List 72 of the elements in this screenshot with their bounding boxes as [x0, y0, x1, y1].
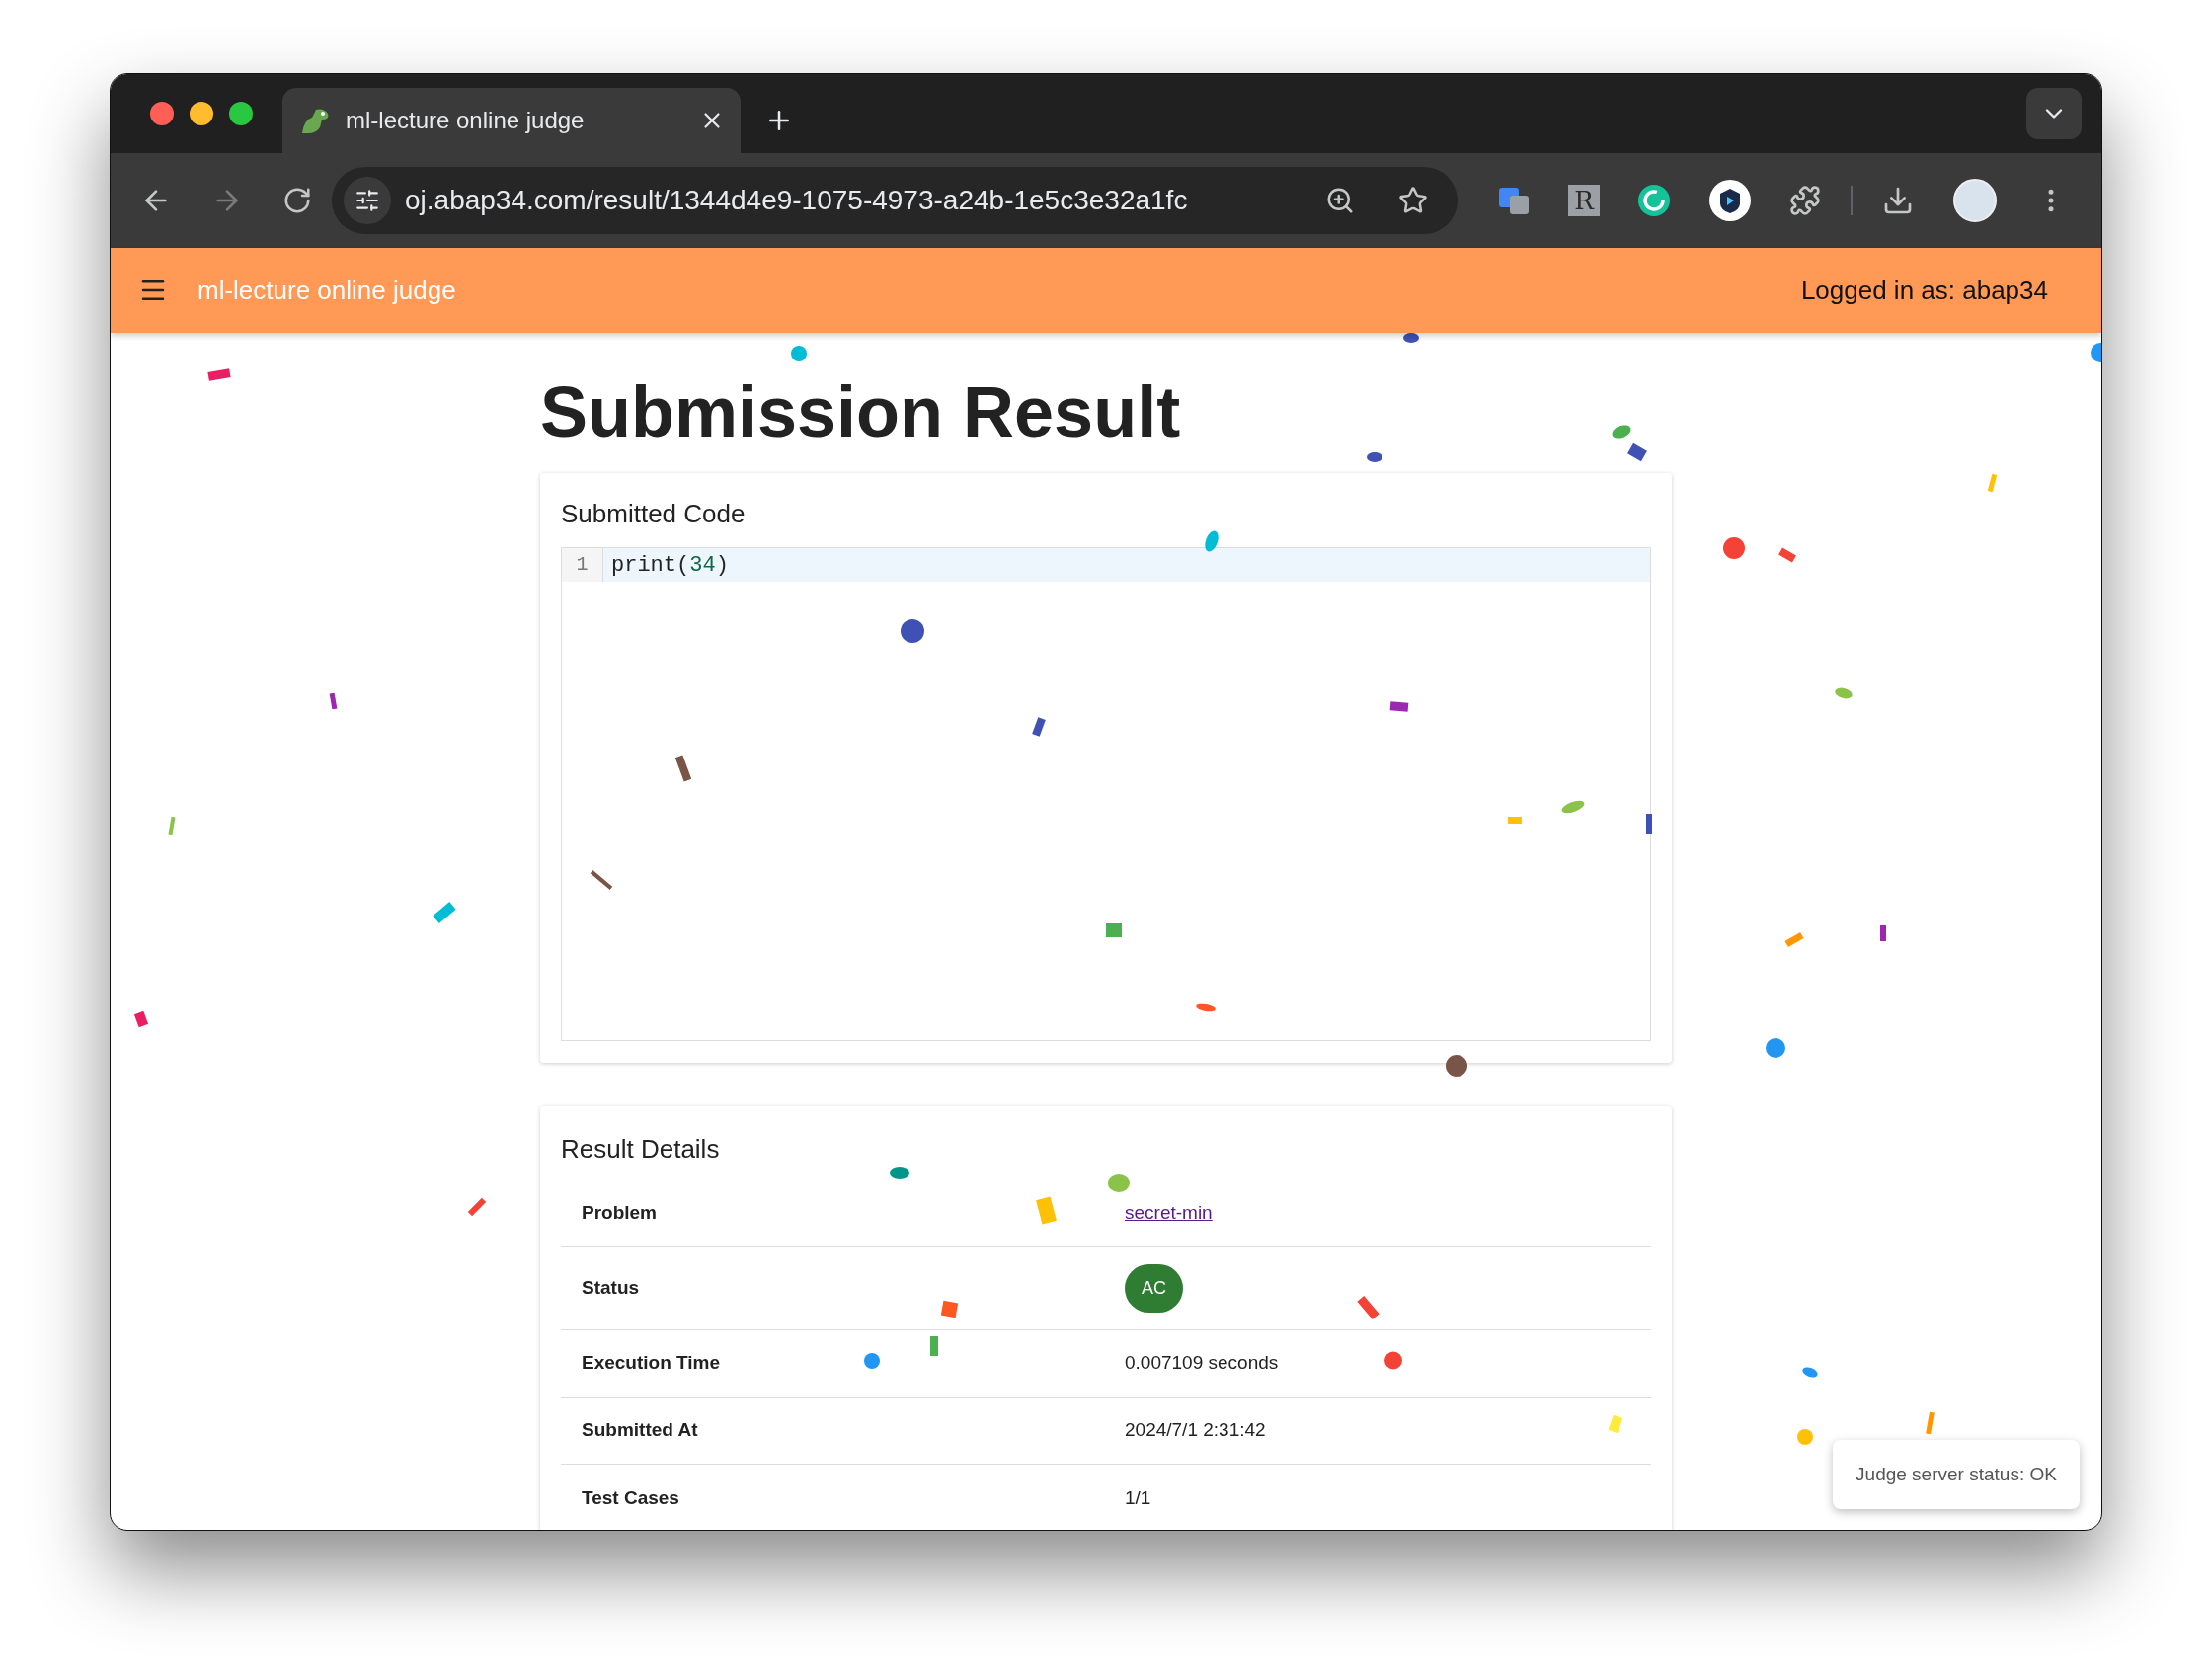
confetti-piece — [2091, 343, 2101, 362]
confetti-piece — [864, 1353, 880, 1369]
confetti-piece — [1723, 537, 1745, 559]
code-line: print(34) — [611, 551, 729, 580]
confetti-piece — [1446, 1055, 1467, 1077]
confetti-piece — [940, 1300, 959, 1318]
confetti-piece — [1106, 923, 1122, 937]
confetti-piece — [1508, 817, 1522, 824]
app-title: ml-lecture online judge — [198, 274, 457, 307]
extension-icon[interactable]: R — [1568, 185, 1600, 216]
card-title: Submitted Code — [561, 498, 747, 530]
confetti-piece — [1802, 1367, 1818, 1378]
confetti-piece — [1797, 1429, 1813, 1445]
confetti-piece — [133, 1010, 149, 1028]
site-settings-button[interactable] — [344, 177, 391, 224]
maximize-window-icon[interactable] — [229, 102, 253, 125]
line-number: 1 — [562, 548, 603, 582]
row-label: Submitted At — [582, 1418, 698, 1443]
g-circle-icon[interactable] — [1637, 184, 1671, 217]
confetti-piece — [1612, 425, 1631, 439]
confetti-piece — [1196, 1003, 1216, 1012]
row-value: 2024/7/1 2:31:42 — [1125, 1418, 1266, 1443]
row-label: Test Cases — [582, 1485, 679, 1510]
tab-list-button[interactable] — [2026, 88, 2082, 139]
row-value: 1/1 — [1125, 1485, 1151, 1510]
confetti-piece — [1646, 814, 1652, 834]
confetti-piece — [1389, 701, 1409, 712]
confetti-piece — [1205, 530, 1219, 552]
row-label: Status — [582, 1276, 640, 1301]
profile-avatar[interactable] — [1953, 179, 1997, 222]
extensions-icon[interactable] — [1789, 185, 1821, 216]
confetti-piece — [168, 816, 176, 836]
minimize-window-icon[interactable] — [190, 102, 213, 125]
confetti-piece — [1032, 717, 1046, 737]
sliders-icon — [355, 188, 380, 213]
confetti-piece — [930, 1336, 938, 1356]
confetti-piece — [901, 619, 924, 643]
zoom-icon[interactable] — [1325, 186, 1355, 215]
logged-in-user: Logged in as: abap34 — [1800, 274, 2048, 307]
row-label: Problem — [582, 1201, 658, 1226]
url-text: oj.abap34.com/result/1344d4e9-1075-4973-a24b-1e5c3e32a1fc — [405, 184, 1189, 217]
confetti-piece — [1403, 333, 1419, 343]
confetti-piece — [329, 692, 338, 710]
bookmark-star-icon[interactable] — [1398, 186, 1428, 215]
confetti-piece — [890, 1167, 909, 1179]
confetti-piece — [1561, 800, 1585, 814]
confetti-piece — [1987, 473, 1998, 493]
download-icon[interactable] — [1882, 185, 1914, 216]
shield-icon[interactable] — [1708, 179, 1752, 222]
confetti-piece — [791, 346, 807, 361]
row-value: 0.007109 seconds — [1125, 1351, 1279, 1376]
confetti-piece — [1835, 687, 1853, 699]
confetti-piece — [1108, 1174, 1130, 1192]
address-bar[interactable]: oj.abap34.com/result/1344d4e9-1075-4973-a24b-1e5c3e32a1fc — [332, 167, 1458, 234]
confetti-piece — [1766, 1038, 1785, 1058]
confetti-piece — [1384, 1351, 1402, 1370]
tab-title: ml-lecture online judge — [346, 106, 586, 135]
page-title: Submission Result — [540, 376, 1181, 447]
status-toast: Judge server status: OK — [1833, 1440, 2080, 1509]
confetti-piece — [1367, 452, 1382, 462]
confetti-piece — [1880, 925, 1886, 941]
browser-tab[interactable]: ml-lecture online judge — [282, 88, 741, 153]
problem-link[interactable]: secret-min — [1125, 1199, 1213, 1228]
card-title: Result Details — [561, 1133, 721, 1165]
row-label: Execution Time — [582, 1351, 721, 1376]
confetti-piece — [1926, 1411, 1935, 1435]
reload-icon[interactable] — [282, 186, 312, 215]
confetti-piece — [1036, 1196, 1057, 1225]
close-window-icon[interactable] — [150, 102, 174, 125]
status-badge: AC — [1125, 1264, 1183, 1313]
confetti-piece — [1608, 1414, 1623, 1434]
confetti-piece — [207, 368, 231, 381]
